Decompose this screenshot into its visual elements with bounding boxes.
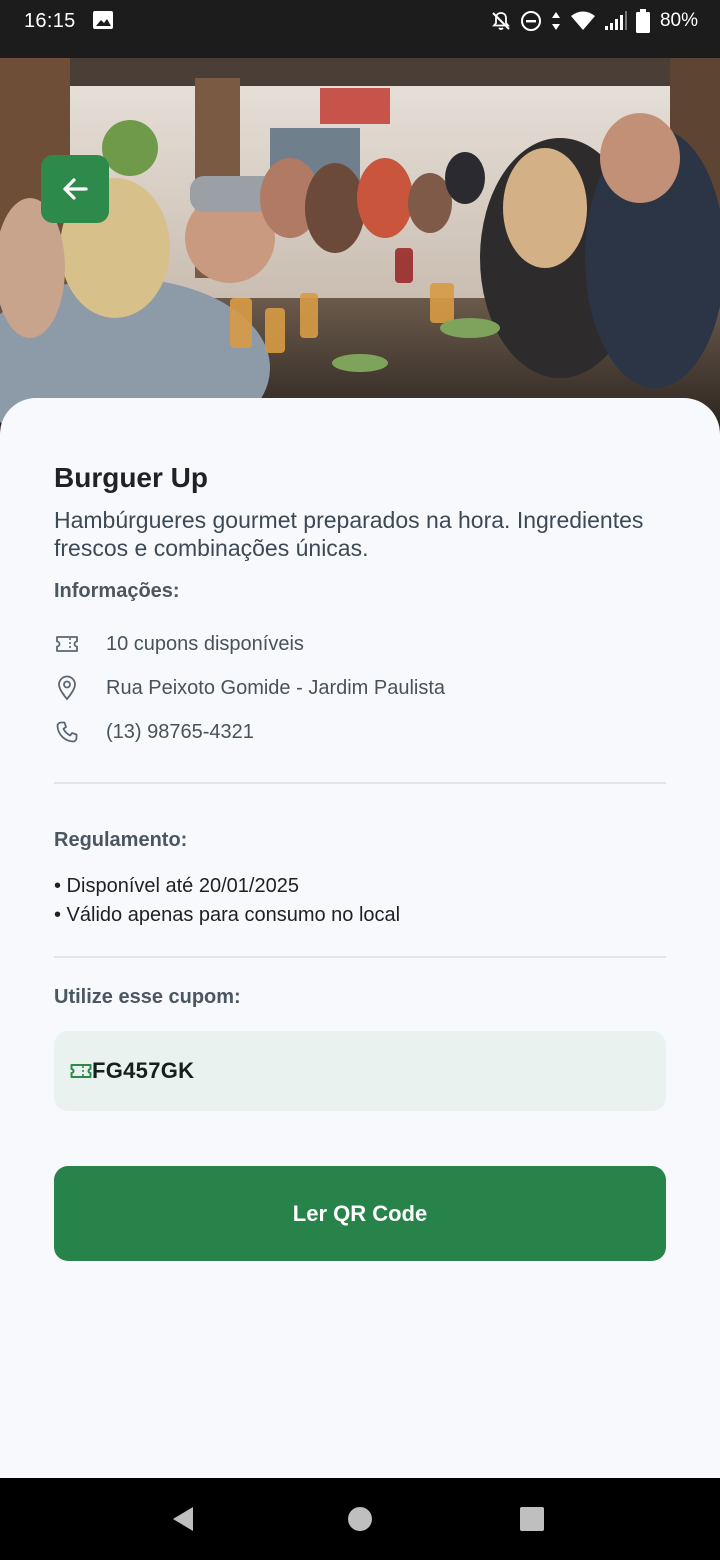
do-not-disturb-icon — [520, 11, 541, 31]
ticket-icon — [70, 1064, 92, 1078]
store-phone[interactable]: (13) 98765-4321 — [106, 721, 254, 744]
battery-icon — [635, 9, 650, 33]
store-description: Hambúrgueres gourmet preparados na hora.… — [54, 507, 644, 561]
ticket-icon — [54, 631, 80, 657]
rule-item: • Disponível até 20/01/2025 — [54, 875, 299, 897]
nav-recents-icon — [520, 1507, 544, 1531]
store-name: Burguer Up — [54, 462, 208, 493]
nav-home-icon — [348, 1507, 372, 1531]
phone-icon — [54, 719, 80, 745]
coupon-code: FG457GK — [92, 1058, 195, 1083]
coupon-section-label: Utilize esse cupom: — [54, 986, 241, 1008]
nav-back-icon — [173, 1507, 193, 1531]
gallery-icon — [93, 11, 113, 29]
coupons-available: 10 cupons disponíveis — [106, 632, 304, 655]
divider — [54, 782, 666, 784]
wifi-icon — [570, 11, 595, 30]
system-nav-bar — [0, 1478, 720, 1560]
status-time: 16:15 — [24, 10, 76, 32]
hero-image — [0, 58, 720, 428]
status-icons: 80% — [490, 8, 698, 34]
nav-home-button[interactable] — [315, 1478, 405, 1560]
arrow-left-icon — [63, 178, 88, 200]
nav-recents-button[interactable] — [487, 1478, 577, 1560]
rules-section-label: Regulamento: — [54, 829, 188, 851]
signal-icon — [604, 11, 627, 30]
nav-back-button[interactable] — [138, 1478, 228, 1560]
store-address: Rua Peixoto Gomide - Jardim Paulista — [106, 676, 446, 699]
status-bar: 16:15 80% — [0, 0, 720, 58]
back-button[interactable] — [41, 155, 109, 223]
battery-percentage: 80% — [659, 10, 698, 31]
read-qr-code-button[interactable]: Ler QR Code — [54, 1166, 666, 1261]
location-pin-icon — [54, 675, 80, 701]
data-arrows-icon — [551, 12, 560, 30]
rule-item: • Válido apenas para consumo no local — [54, 904, 401, 926]
notifications-off-icon — [492, 12, 510, 30]
info-phone-row: (13) 98765-4321 — [54, 717, 254, 747]
divider — [54, 956, 666, 958]
info-section-label: Informações: — [54, 580, 180, 602]
info-coupons-row: 10 cupons disponíveis — [54, 629, 304, 659]
info-address-row: Rua Peixoto Gomide - Jardim Paulista — [54, 673, 445, 703]
coupon-code-box[interactable]: FG457GK — [54, 1031, 666, 1111]
